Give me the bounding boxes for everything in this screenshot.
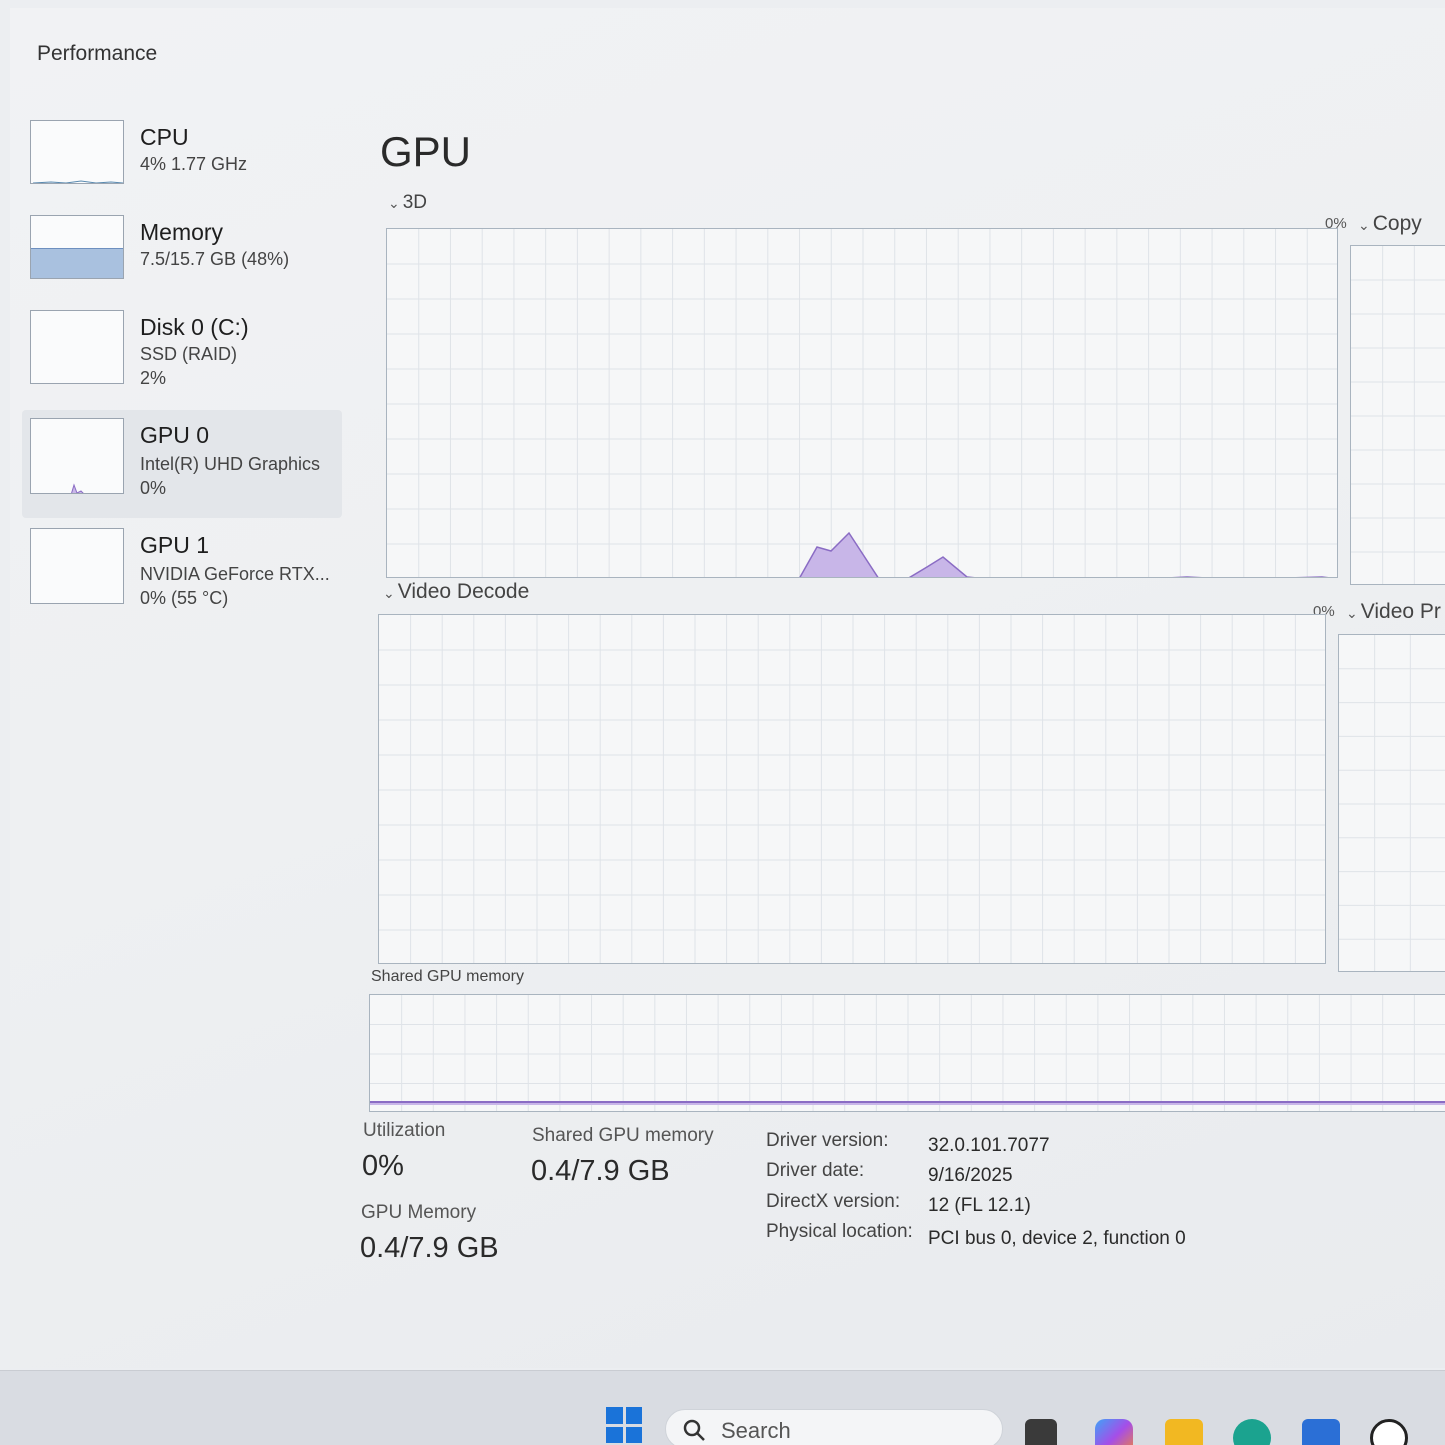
sidebar-item-usage: 2%	[140, 368, 167, 388]
dell-icon[interactable]	[1370, 1419, 1408, 1445]
page-title: Performance	[37, 42, 158, 65]
sidebar-item-usage: 0%	[140, 478, 167, 498]
gpu-video-decode-graph	[378, 614, 1326, 964]
sidebar-item-memory[interactable]: Memory 7.5/15.7 GB (48%)	[22, 207, 342, 309]
driver-date-value: 9/16/2025	[928, 1165, 1013, 1186]
sidebar-item-label: GPU 1	[140, 532, 210, 558]
directx-version-value: 12 (FL 12.1)	[928, 1195, 1031, 1216]
directx-version-label: DirectX version:	[766, 1191, 901, 1212]
gpu-3d-graph	[386, 228, 1338, 578]
search-icon	[683, 1419, 705, 1441]
chevron-down-icon: ⌄	[388, 195, 400, 211]
copilot-icon[interactable]	[1095, 1419, 1133, 1445]
sidebar-item-disk-0[interactable]: Disk 0 (C:) SSD (RAID) 2%	[22, 302, 342, 404]
sidebar-item-detail: SSD (RAID)	[140, 344, 238, 364]
shared-memory-usage-line	[370, 1101, 1445, 1105]
shared-gpu-memory-graph	[369, 994, 1445, 1112]
graph-selector-video-processing[interactable]: ⌄ Video Pr	[1346, 600, 1441, 624]
chevron-down-icon: ⌄	[1358, 217, 1370, 233]
sidebar-item-cpu[interactable]: CPU 4% 1.77 GHz	[22, 112, 342, 214]
sidebar-item-label: CPU	[140, 124, 189, 150]
gpu-title: GPU	[380, 128, 472, 175]
sidebar-item-usage: 0% (55 °C)	[140, 588, 229, 608]
driver-version-label: Driver version:	[766, 1130, 889, 1151]
taskbar-search-box[interactable]: Search	[665, 1409, 1003, 1445]
gpu-memory-label: GPU Memory	[361, 1202, 477, 1223]
sidebar-item-gpu-0[interactable]: GPU 0 Intel(R) UHD Graphics 0%	[22, 410, 342, 518]
sidebar-item-label: GPU 0	[140, 422, 210, 448]
gpu-memory-value: 0.4/7.9 GB	[360, 1232, 499, 1264]
sidebar-item-detail: NVIDIA GeForce RTX...	[140, 564, 330, 584]
graph-selector-3d[interactable]: ⌄ 3D	[388, 192, 427, 214]
graph-label: 3D	[402, 192, 428, 213]
memory-thumbnail-graph	[30, 215, 124, 279]
sidebar-item-detail: 4% 1.77 GHz	[140, 154, 248, 174]
utilization-value: 0%	[362, 1150, 404, 1182]
search-placeholder: Search	[721, 1418, 791, 1443]
gpu-0-thumbnail-graph	[30, 418, 124, 494]
taskbar: Search	[0, 1370, 1445, 1445]
driver-version-value: 32.0.101.7077	[928, 1135, 1050, 1156]
physical-location-label: Physical location:	[766, 1221, 913, 1242]
gpu-copy-graph	[1350, 245, 1445, 585]
task-view-icon[interactable]	[1025, 1419, 1057, 1445]
gpu-1-thumbnail-graph	[30, 528, 124, 604]
file-explorer-icon[interactable]	[1165, 1419, 1203, 1445]
graph-label: Video Pr	[1360, 600, 1441, 623]
sidebar-item-detail: 7.5/15.7 GB (48%)	[140, 249, 290, 269]
sidebar-item-label: Disk 0 (C:)	[140, 314, 249, 340]
sidebar-item-gpu-1[interactable]: GPU 1 NVIDIA GeForce RTX... 0% (55 °C)	[22, 520, 342, 622]
shared-gpu-memory-label: Shared GPU memory	[532, 1125, 714, 1146]
disk-thumbnail-graph	[30, 310, 124, 384]
chevron-down-icon: ⌄	[1346, 605, 1358, 621]
graph-label: Copy	[1372, 212, 1422, 235]
cpu-thumbnail-graph	[30, 120, 124, 184]
memory-usage-fill	[31, 248, 123, 278]
gpu-3d-activity-trace	[799, 531, 1329, 577]
shared-gpu-memory-value: 0.4/7.9 GB	[531, 1155, 670, 1187]
graph-selector-copy[interactable]: ⌄ Copy	[1358, 212, 1422, 236]
store-icon[interactable]	[1302, 1419, 1340, 1445]
graph-label: Video Decode	[397, 580, 530, 603]
shared-gpu-memory-graph-label: Shared GPU memory	[371, 968, 524, 985]
sidebar-item-detail: Intel(R) UHD Graphics	[140, 454, 321, 474]
windows-start-icon[interactable]	[606, 1407, 642, 1443]
edge-icon[interactable]	[1233, 1419, 1271, 1445]
chevron-down-icon: ⌄	[383, 585, 395, 601]
sidebar-item-label: Memory	[140, 219, 224, 245]
gpu-video-processing-graph	[1338, 634, 1445, 972]
utilization-label: Utilization	[363, 1120, 446, 1141]
physical-location-value: PCI bus 0, device 2, function 0	[928, 1228, 1186, 1249]
driver-date-label: Driver date:	[766, 1160, 865, 1181]
graph-selector-video-decode[interactable]: ⌄ Video Decode	[383, 580, 529, 604]
